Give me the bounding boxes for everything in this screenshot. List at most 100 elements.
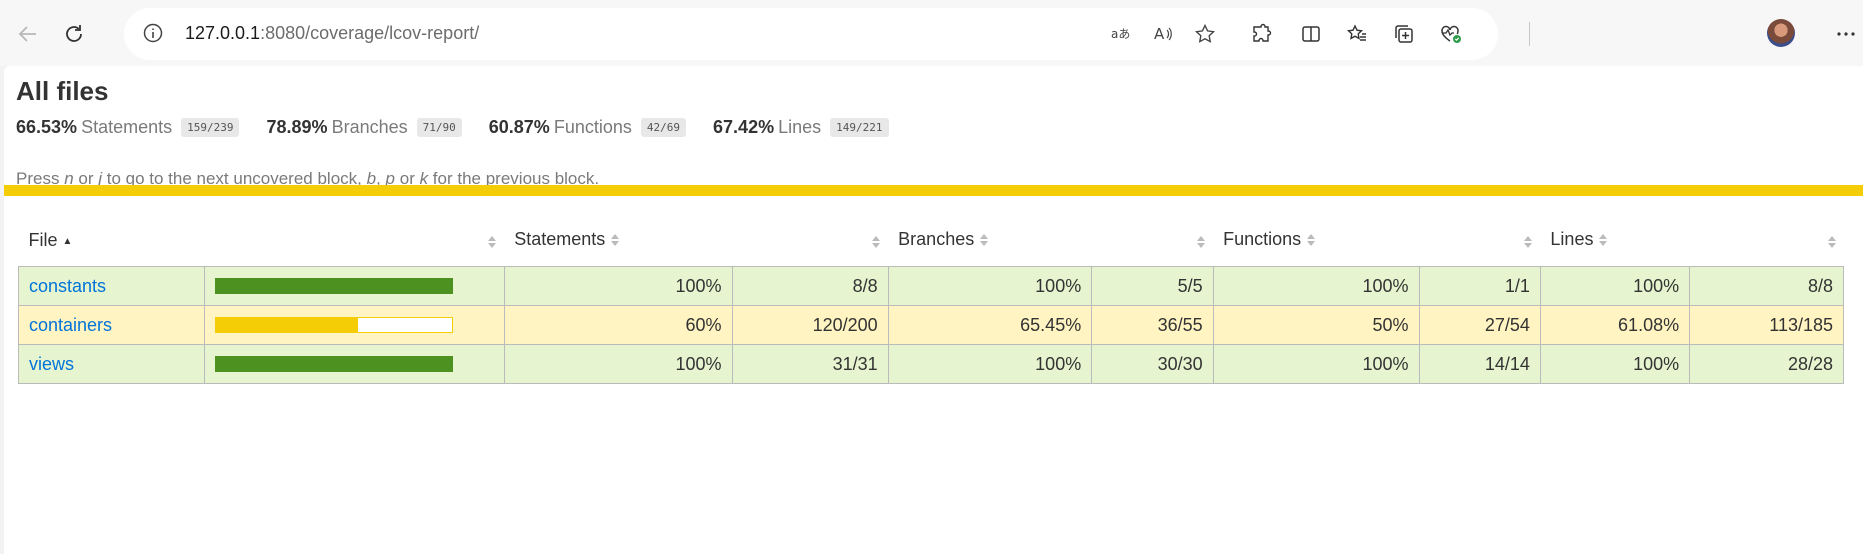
branches-pct: 65.45% <box>887 305 1093 345</box>
statements-fraction: 8/8 <box>731 266 889 306</box>
coverage-bar-fill <box>216 279 453 293</box>
url-host: 127.0.0.1 <box>185 23 261 43</box>
svg-text:aあ: aあ <box>1111 27 1130 41</box>
profile-avatar[interactable] <box>1767 19 1795 47</box>
sort-icon <box>1197 232 1206 253</box>
sort-icon <box>611 230 620 251</box>
toolbar-separator <box>1529 22 1530 46</box>
header-branches-label: Branches <box>898 229 975 250</box>
coverage-table: File ▲ Statements Branches Functions Lin… <box>17 214 1844 384</box>
file-cell: containers <box>17 305 206 345</box>
summary-branches: 78.89% Branches 71/90 <box>267 117 462 138</box>
page-title: All files <box>16 76 109 106</box>
sort-icon <box>1524 232 1533 253</box>
coverage-bar-fill <box>216 318 358 332</box>
coverage-bar-cell <box>204 305 505 345</box>
branches-pct: 100% <box>887 266 1093 306</box>
refresh-icon[interactable] <box>54 14 94 54</box>
header-functions[interactable]: Functions <box>1213 214 1419 267</box>
sort-ascending-icon: ▲ <box>62 235 73 247</box>
summary-fraction: 71/90 <box>416 117 462 137</box>
coverage-bar-cell <box>204 266 505 306</box>
statements-pct: 100% <box>503 266 733 306</box>
header-statements-label: Statements <box>514 229 606 250</box>
functions-pct: 50% <box>1212 305 1420 345</box>
header-lines-label: Lines <box>1550 229 1594 250</box>
summary-label: Statements <box>81 116 173 137</box>
coverage-status-bar <box>4 185 1863 196</box>
summary-statements: 66.53% Statements 159/239 <box>16 116 240 138</box>
summary-fraction: 149/221 <box>830 117 889 137</box>
branches-fraction: 5/5 <box>1091 266 1214 306</box>
branches-fraction: 36/55 <box>1091 305 1214 345</box>
header-statements[interactable]: Statements <box>504 214 732 267</box>
summary-label: Functions <box>553 116 632 137</box>
file-cell: views <box>17 344 206 384</box>
summary-pct: 67.42% <box>713 116 775 137</box>
table-row: containers 60% 120/200 65.45% 36/55 50% … <box>17 305 1844 345</box>
favorite-star-icon[interactable] <box>1192 21 1218 47</box>
lines-pct: 100% <box>1539 344 1691 384</box>
statements-fraction: 31/31 <box>731 344 889 384</box>
coverage-bar-fill <box>216 357 453 371</box>
header-branches[interactable]: Branches <box>888 214 1092 267</box>
lines-fraction: 113/185 <box>1689 305 1844 345</box>
functions-fraction: 14/14 <box>1418 344 1541 384</box>
translate-icon[interactable]: aあ <box>1109 21 1135 47</box>
header-functions-label: Functions <box>1223 229 1302 250</box>
coverage-bar <box>215 317 454 333</box>
lines-fraction: 28/28 <box>1689 344 1844 384</box>
site-info-icon[interactable] <box>142 22 164 49</box>
header-statements-raw[interactable] <box>732 214 888 267</box>
summary-label: Lines <box>778 116 822 137</box>
favorites-icon[interactable] <box>1337 14 1377 54</box>
file-cell: constants <box>17 266 206 306</box>
coverage-bar <box>215 356 454 372</box>
branches-fraction: 30/30 <box>1091 344 1214 384</box>
back-arrow-icon[interactable] <box>8 14 48 54</box>
more-options-icon[interactable] <box>1826 14 1863 54</box>
url-text[interactable]: 127.0.0.1:8080/coverage/lcov-report/ <box>185 23 479 44</box>
read-aloud-icon[interactable]: A <box>1150 21 1176 47</box>
header-branches-raw[interactable] <box>1092 214 1213 267</box>
header-file[interactable]: File ▲ <box>19 214 205 267</box>
page-content: All files 66.53% Statements 159/239 78.89… <box>4 66 1863 554</box>
statements-pct: 60% <box>503 305 733 345</box>
header-functions-raw[interactable] <box>1419 214 1540 267</box>
table-header-row: File ▲ Statements Branches Functions Lin… <box>19 214 1844 267</box>
sort-icon <box>1599 230 1608 251</box>
header-lines-raw[interactable] <box>1690 214 1844 267</box>
lines-pct: 61.08% <box>1539 305 1691 345</box>
summary-pct: 60.87% <box>488 116 550 137</box>
summary-functions: 60.87% Functions 42/69 <box>488 116 687 138</box>
sort-icon <box>1827 232 1836 253</box>
functions-fraction: 1/1 <box>1418 266 1541 306</box>
summary-fraction: 42/69 <box>640 117 687 137</box>
statements-pct: 100% <box>503 344 733 384</box>
table-row: constants 100% 8/8 100% 5/5 100% 1/1 100… <box>17 266 1844 306</box>
lines-fraction: 8/8 <box>1689 266 1844 306</box>
branches-pct: 100% <box>887 344 1093 384</box>
file-link[interactable]: containers <box>29 315 112 335</box>
sort-icon <box>488 232 497 253</box>
summary-pct: 78.89% <box>266 116 328 137</box>
file-link[interactable]: constants <box>29 276 106 296</box>
file-link[interactable]: views <box>29 354 74 374</box>
header-lines[interactable]: Lines <box>1540 214 1689 267</box>
header-file-label: File <box>28 229 58 250</box>
summary-lines: 67.42% Lines 149/221 <box>713 116 889 138</box>
lines-pct: 100% <box>1539 266 1691 306</box>
extensions-icon[interactable] <box>1241 14 1281 54</box>
header-file-bar[interactable] <box>205 214 505 267</box>
sort-icon <box>980 230 989 251</box>
summary-label: Branches <box>331 116 408 137</box>
collections-icon[interactable] <box>1384 14 1424 54</box>
summary-fraction: 159/239 <box>181 117 240 137</box>
browser-essentials-icon[interactable] <box>1431 14 1471 54</box>
functions-pct: 100% <box>1212 344 1420 384</box>
sort-icon <box>1307 230 1316 251</box>
split-screen-icon[interactable] <box>1291 14 1331 54</box>
functions-pct: 100% <box>1212 266 1420 306</box>
coverage-bar-cell <box>204 344 505 384</box>
svg-text:A: A <box>1154 25 1165 43</box>
